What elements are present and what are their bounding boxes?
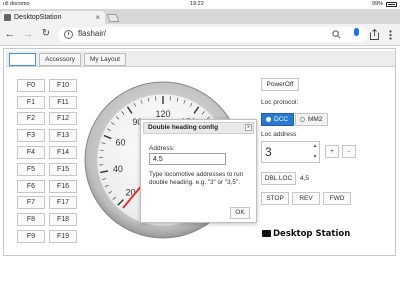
function-button-f16[interactable]: F16 — [49, 180, 77, 193]
minus-button[interactable]: - — [342, 145, 356, 158]
dialog-help-text: Type locomotive addresses to run double … — [149, 171, 244, 186]
dbl-loc-value: 4,5 — [300, 175, 310, 182]
function-button-f0[interactable]: F0 — [17, 79, 45, 92]
spin-up-icon[interactable]: ▲ — [311, 141, 319, 151]
battery-percent: 99% — [371, 1, 383, 7]
status-bar: ııll docomo 19:22 99% — [0, 0, 400, 9]
mm2-label: MM2 — [308, 116, 323, 123]
plus-button[interactable]: + — [325, 145, 339, 158]
reload-icon[interactable]: ↻ — [39, 27, 53, 41]
loc-protocol-label: Loc protocol: — [261, 99, 299, 106]
double-heading-dialog: Double heading config x Address: Type lo… — [140, 119, 257, 223]
desktop-station-logo: Desktop Station — [262, 229, 350, 239]
dcc-label: DCC — [274, 116, 289, 123]
loc-address-label: Loc address — [261, 131, 297, 138]
browser-tab[interactable]: DesktopStation × — [0, 11, 105, 24]
function-button-f7[interactable]: F7 — [17, 196, 45, 209]
clock: 19:22 — [190, 1, 204, 7]
back-arrow-icon[interactable]: ← — [3, 27, 17, 41]
mm2-radio[interactable]: MM2 — [295, 113, 328, 126]
dialog-close-icon[interactable]: x — [245, 124, 252, 131]
address-bar[interactable]: i flashair/ — [58, 27, 368, 42]
function-button-f13[interactable]: F13 — [49, 129, 77, 142]
more-menu-icon[interactable] — [389, 30, 392, 40]
browser-tab-strip: DesktopStation × — [0, 9, 400, 24]
search-icon[interactable] — [332, 30, 341, 39]
tab-my-layout[interactable]: My Layout — [84, 53, 126, 66]
dialog-title[interactable]: Double heading config — [143, 122, 254, 134]
radio-checked-icon — [266, 117, 271, 122]
function-button-f17[interactable]: F17 — [49, 196, 77, 209]
function-button-f9[interactable]: F9 — [17, 230, 45, 243]
close-tab-icon[interactable]: × — [95, 11, 100, 24]
forward-arrow-icon[interactable]: → — [21, 27, 35, 41]
info-icon[interactable]: i — [64, 30, 73, 39]
dcc-radio[interactable]: DCC — [261, 113, 294, 126]
new-tab-button[interactable] — [106, 14, 120, 22]
gauge-tick-label: 120 — [155, 109, 170, 119]
favicon-icon — [4, 14, 11, 21]
address-label: Address: — [149, 145, 175, 152]
power-off-button[interactable]: PowerOff — [261, 78, 299, 91]
browser-toolbar: ← → ↻ i flashair/ — [0, 24, 400, 46]
ok-button[interactable]: OK — [230, 207, 250, 219]
dbl-loc-button[interactable]: DBL LOC — [261, 172, 296, 185]
function-button-f12[interactable]: F12 — [49, 112, 77, 125]
function-button-f18[interactable]: F18 — [49, 213, 77, 226]
function-button-f2[interactable]: F2 — [17, 112, 45, 125]
locomotive-icon — [262, 230, 271, 237]
battery-icon — [386, 2, 397, 7]
function-button-f1[interactable]: F1 — [17, 96, 45, 109]
function-button-f8[interactable]: F8 — [17, 213, 45, 226]
browser-tab-title: DesktopStation — [14, 14, 62, 21]
gauge-tick-label: 60 — [115, 137, 125, 147]
function-button-f6[interactable]: F6 — [17, 180, 45, 193]
reverse-button[interactable]: REV — [292, 192, 320, 205]
address-input[interactable] — [149, 153, 226, 165]
app-tab-bar: Accessory My Layout — [6, 51, 395, 67]
function-button-f3[interactable]: F3 — [17, 129, 45, 142]
gauge-tick-label: 40 — [113, 164, 123, 174]
function-button-f4[interactable]: F4 — [17, 146, 45, 159]
radio-unchecked-icon — [300, 117, 305, 122]
function-button-f11[interactable]: F11 — [49, 96, 77, 109]
spin-down-icon[interactable]: ▼ — [311, 152, 319, 162]
function-button-f15[interactable]: F15 — [49, 163, 77, 176]
function-button-f19[interactable]: F19 — [49, 230, 77, 243]
function-button-f5[interactable]: F5 — [17, 163, 45, 176]
stop-button[interactable]: STOP — [261, 192, 289, 205]
function-button-f10[interactable]: F10 — [49, 79, 77, 92]
function-button-f14[interactable]: F14 — [49, 146, 77, 159]
microphone-icon[interactable] — [354, 28, 359, 36]
carrier-label: ııll docomo — [3, 1, 30, 7]
url-text[interactable]: flashair/ — [78, 29, 106, 38]
tab-locomotive[interactable] — [9, 53, 36, 66]
logo-text: Desktop Station — [273, 229, 351, 239]
forward-button[interactable]: FWD — [323, 192, 351, 205]
tab-accessory[interactable]: Accessory — [39, 53, 81, 66]
share-icon[interactable] — [370, 29, 379, 40]
